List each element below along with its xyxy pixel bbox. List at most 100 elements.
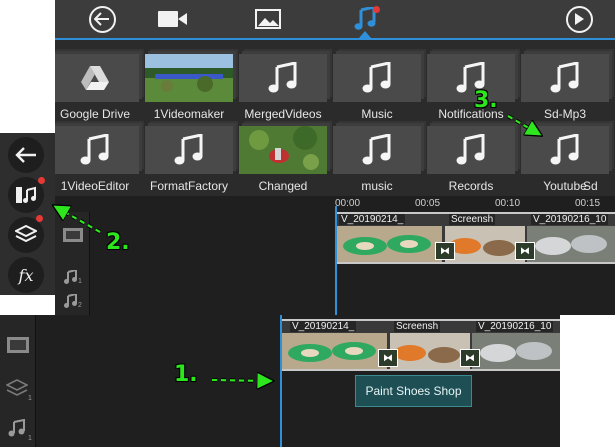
media-badge	[38, 177, 45, 184]
time-ruler: 00:00 00:05 00:10 00:15	[335, 196, 615, 212]
folder-label: Changed	[258, 179, 308, 193]
ruler-tick: 00:10	[495, 198, 521, 209]
folder-tile[interactable]: Sd	[583, 122, 615, 193]
photo-thumbnail	[239, 126, 327, 174]
folder-tile[interactable]: Changed	[239, 122, 327, 193]
video-track-icon	[7, 337, 29, 353]
google-drive-icon	[55, 54, 139, 102]
folder-tile[interactable]: Notifications	[427, 50, 515, 121]
ruler-tick: 00:15	[575, 198, 601, 209]
folder-tile[interactable]: FormatFactory	[145, 122, 233, 193]
clip-thumb-shoes-green	[337, 226, 442, 262]
playhead[interactable]	[280, 315, 282, 447]
video-clip-strip[interactable]: V_20190214_ Screensh V_20190216_10 ⧓ ⧓	[337, 212, 615, 264]
layers-icon	[15, 225, 37, 243]
toolbar-layers-button[interactable]	[8, 215, 44, 253]
clip-thumb-shoes-orange	[445, 226, 525, 262]
title-text-clip[interactable]: Paint Shoes Shop	[355, 375, 472, 407]
clip-label: Screensh	[449, 214, 496, 225]
back-icon	[88, 5, 116, 33]
folder-label: Records	[448, 179, 494, 193]
folder-tile[interactable]: Sd-Mp3	[521, 50, 609, 121]
music-track-1-icon	[64, 270, 77, 284]
folder-label: FormatFactory	[149, 179, 228, 193]
music-note-icon	[55, 126, 139, 174]
play-button[interactable]	[563, 0, 595, 38]
folder-tile[interactable]: music	[333, 122, 421, 193]
video-clip-strip[interactable]: V_20190214_ Screensh V_20190216_10 ⧓ ⧓	[282, 319, 560, 371]
music-note-icon	[239, 54, 327, 102]
step-3-label: 3.	[474, 88, 498, 113]
clip-label: V_20190214_	[339, 214, 406, 225]
clip-thumb-shoes-orange	[390, 333, 470, 369]
video-thumbnail	[145, 54, 233, 102]
toolbar-effects-button[interactable]: fx	[8, 257, 44, 293]
timeline-panel-top: 00:00 00:05 00:10 00:15 1 2 V_20190214_ …	[55, 196, 615, 315]
tab-image[interactable]	[253, 0, 283, 38]
folder-label: Google Drive	[59, 107, 131, 121]
music-track-icon	[8, 419, 25, 437]
back-button[interactable]	[85, 0, 119, 38]
folder-label: 1Videomaker	[153, 107, 225, 121]
music-track-2-icon	[64, 294, 77, 308]
transition-icon[interactable]: ⧓	[515, 242, 535, 260]
toolbar-back-button[interactable]	[8, 137, 44, 173]
back-arrow-icon	[15, 147, 36, 163]
toolbar-media-button[interactable]	[8, 177, 45, 213]
music-note-icon	[333, 126, 421, 174]
track-number: 1	[78, 278, 82, 285]
clip-thumb-shoes-grey	[472, 333, 560, 369]
music-note-icon	[145, 126, 233, 174]
timeline-panel-bottom: 1 1 V_20190214_ Screensh V_20190216_10 ⧓…	[0, 315, 560, 447]
clip-label: Screensh	[394, 321, 441, 332]
folder-label: MergedVideos	[244, 107, 322, 121]
folder-tile[interactable]: 1VideoEditor	[55, 122, 139, 193]
clip-thumb-shoes-green	[282, 333, 387, 369]
clip-thumb-shoes-grey	[527, 226, 615, 262]
folder-tile[interactable]: MergedVideos	[239, 50, 327, 121]
transition-icon[interactable]: ⧓	[435, 242, 455, 260]
track-header-column: 1 2	[55, 212, 90, 315]
music-note-icon	[521, 54, 609, 102]
track-number: 2	[78, 302, 82, 309]
folder-label: Music	[361, 107, 393, 121]
folder-label: 1VideoEditor	[60, 179, 130, 193]
folder-label: music	[361, 179, 393, 193]
image-icon	[255, 9, 281, 29]
folder-tile[interactable]: Music	[333, 50, 421, 121]
fx-icon: fx	[18, 265, 34, 285]
ruler-tick: 00:00	[335, 198, 361, 209]
track-number: 1	[28, 435, 32, 442]
play-icon	[565, 5, 593, 33]
media-music-icon	[16, 186, 36, 203]
track-header-column: 1 1	[0, 315, 36, 447]
folder-grid: Google Drive 1Videomaker MergedVideos Mu…	[55, 44, 615, 196]
media-picker-screen: Google Drive 1Videomaker MergedVideos Mu…	[55, 0, 615, 315]
step-2-label: 2.	[106, 230, 130, 255]
playhead[interactable]	[335, 206, 337, 315]
folder-tile[interactable]: 1Videomaker	[145, 50, 233, 121]
folder-label: Sd-Mp3	[543, 107, 587, 121]
tab-video[interactable]	[155, 0, 191, 38]
folder-label: Notifications	[438, 107, 504, 121]
video-track-icon	[63, 228, 83, 242]
transition-icon[interactable]: ⧓	[460, 349, 480, 367]
ruler-tick: 00:05	[415, 198, 441, 209]
clip-label: V_20190216_10	[531, 214, 609, 225]
folder-tile[interactable]: Google Drive	[55, 50, 139, 121]
editor-left-toolbar: fx	[0, 133, 55, 295]
music-tab-badge	[373, 6, 380, 13]
active-tab-indicator	[359, 31, 371, 38]
layers-badge	[36, 215, 43, 222]
track-number: 1	[28, 395, 32, 402]
video-icon	[158, 11, 187, 27]
clip-label: V_20190216_10	[476, 321, 554, 332]
music-note-icon	[427, 126, 515, 174]
folder-tile[interactable]: Records	[427, 122, 515, 193]
folder-label: Sd	[583, 179, 598, 193]
music-note-icon	[427, 54, 515, 102]
clip-label: V_20190214_	[290, 321, 357, 332]
step-1-label: 1.	[174, 362, 198, 387]
media-type-tabbar	[55, 0, 615, 40]
transition-icon[interactable]: ⧓	[378, 349, 398, 367]
